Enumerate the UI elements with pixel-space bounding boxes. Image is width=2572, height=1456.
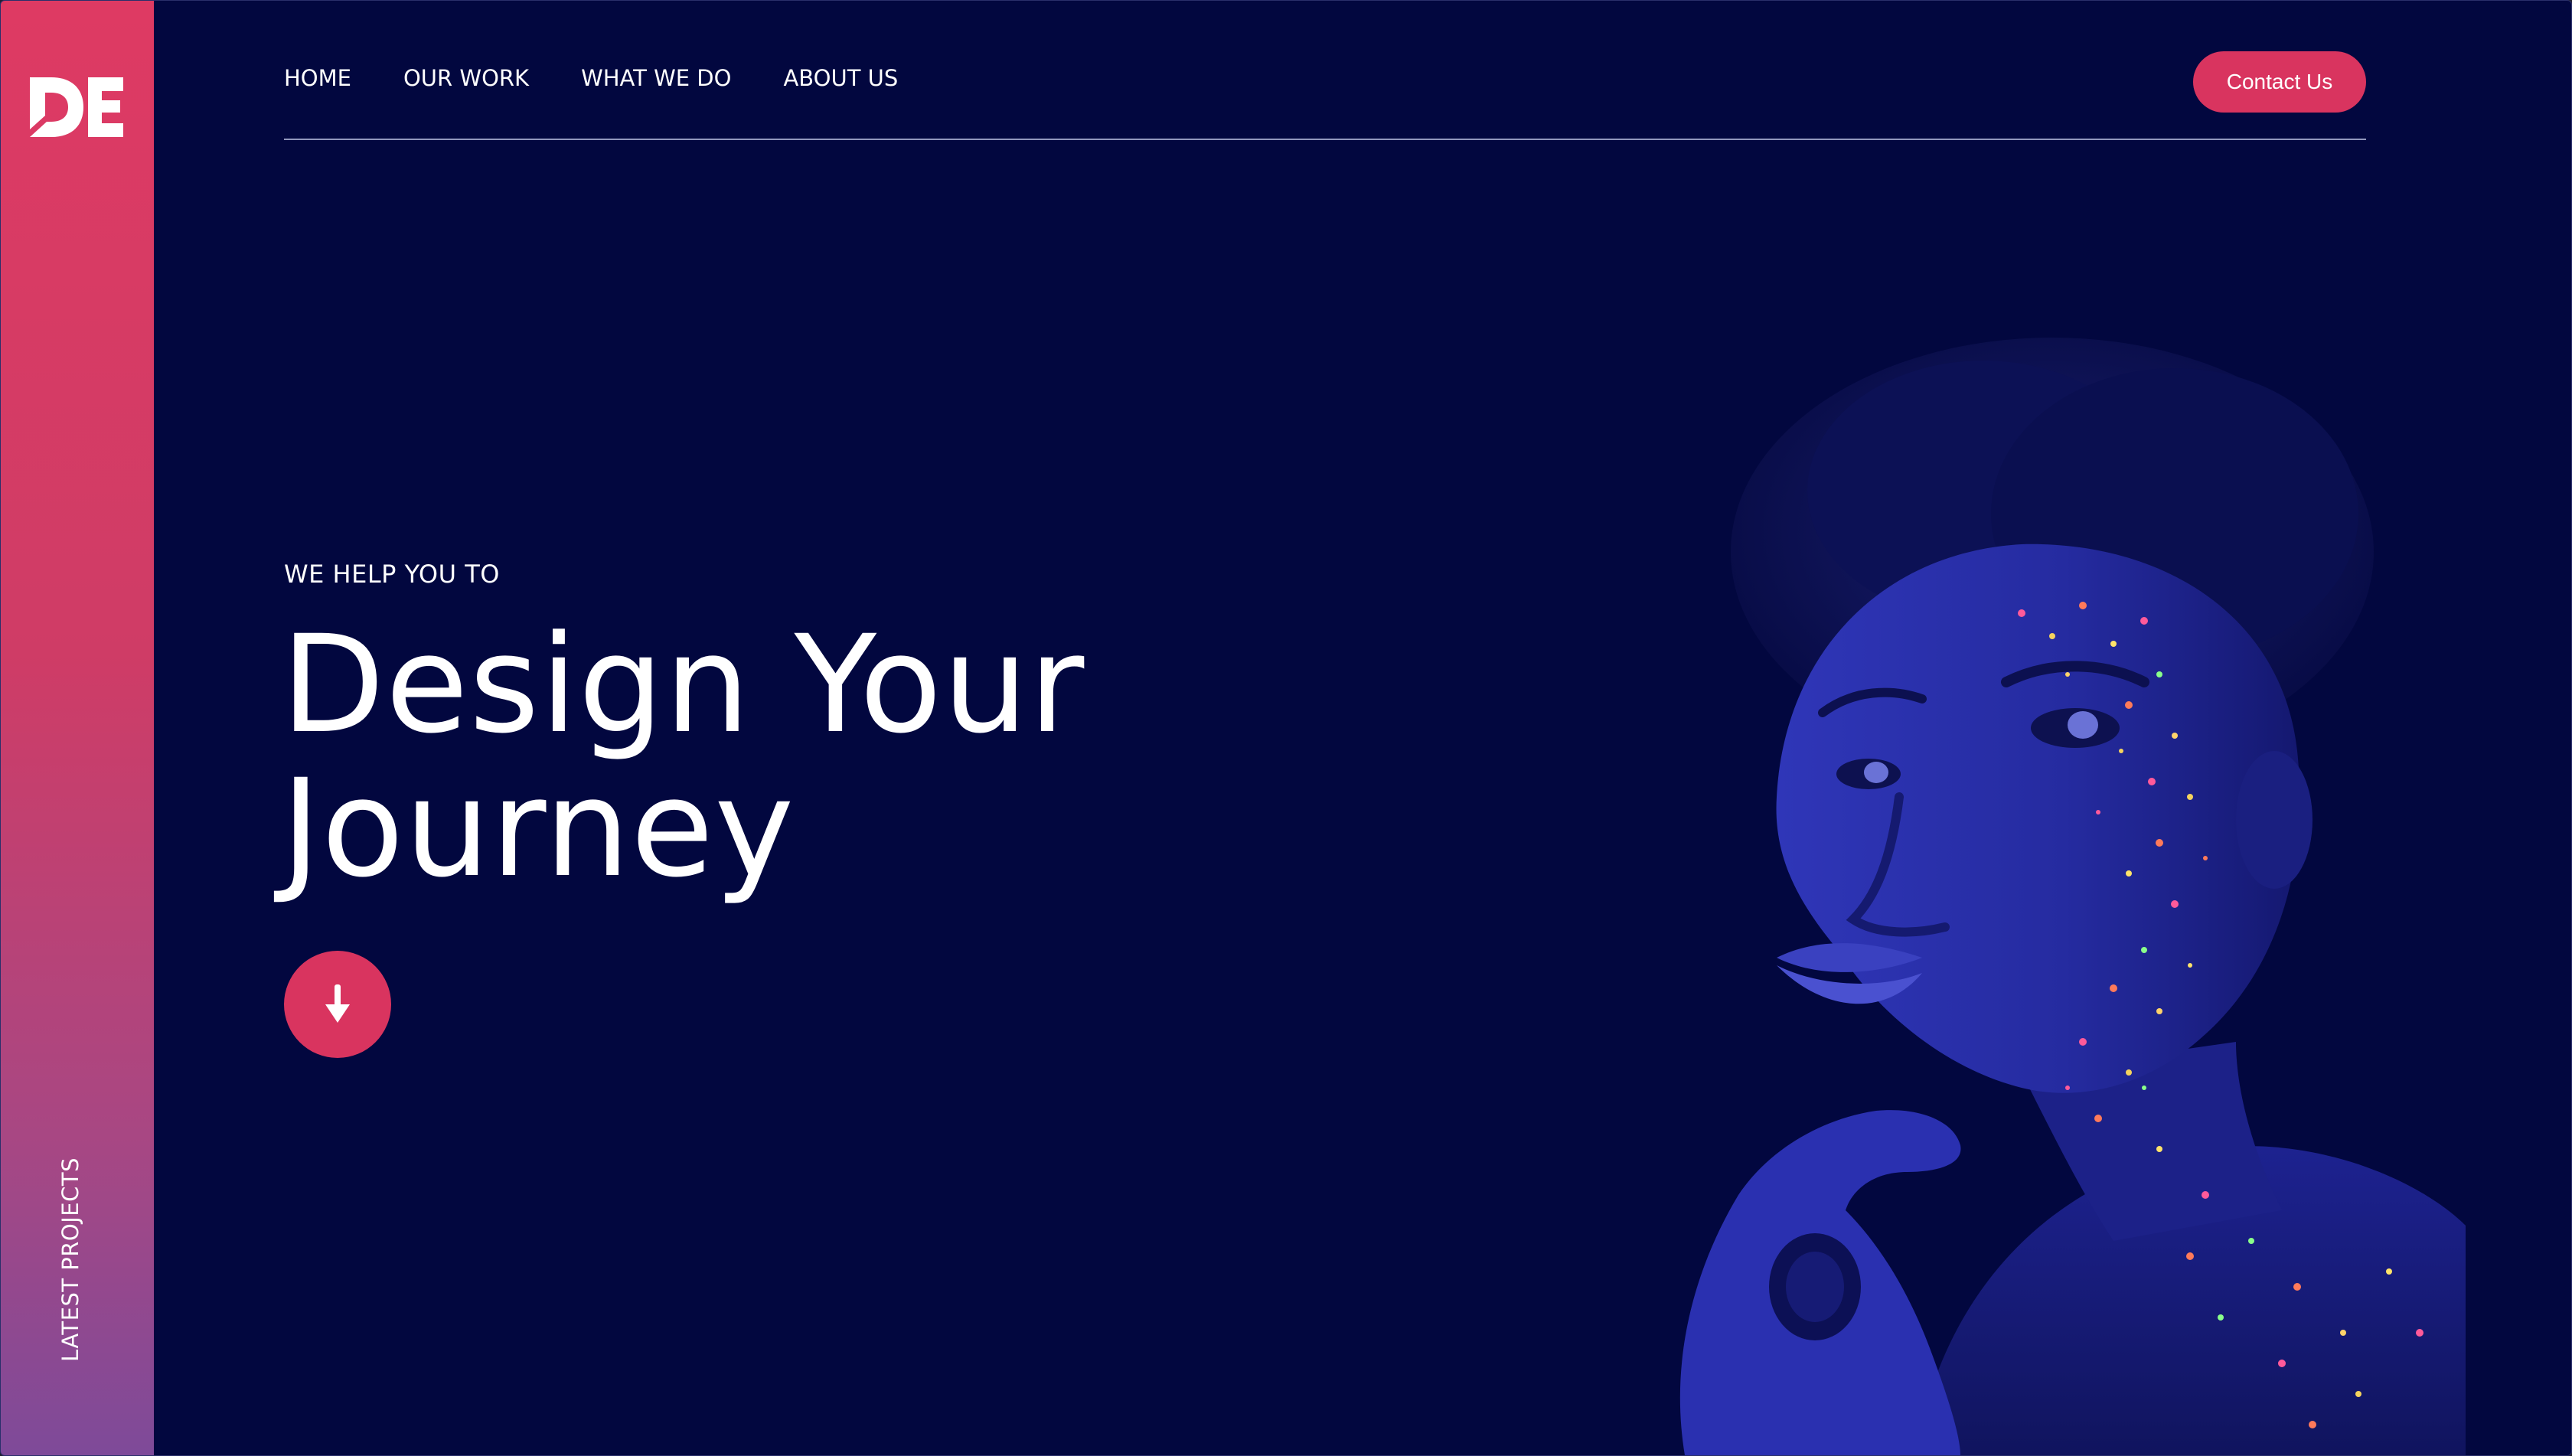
hero-eyebrow: WE HELP YOU TO <box>284 560 500 589</box>
arrow-down-icon <box>325 984 350 1023</box>
nav-item-home[interactable]: HOME <box>284 65 351 91</box>
landing-page: DE LATEST PROJECTS HOME OUR WORK WHAT WE… <box>0 0 2572 1456</box>
logo-icon[interactable]: DE <box>28 76 125 139</box>
header-divider <box>284 139 2366 140</box>
contact-us-button[interactable]: Contact Us <box>2193 51 2366 113</box>
hero-headline: Design Your Journey <box>281 613 1085 901</box>
latest-projects-link[interactable]: LATEST PROJECTS <box>57 1157 83 1362</box>
scroll-down-button[interactable] <box>284 951 391 1058</box>
hero-headline-line-2: Journey <box>281 750 795 907</box>
hero-headline-line-1: Design Your <box>281 606 1085 763</box>
nav-item-what-we-do[interactable]: WHAT WE DO <box>581 65 731 91</box>
nav-item-our-work[interactable]: OUR WORK <box>403 65 529 91</box>
sidebar: DE LATEST PROJECTS <box>1 1 154 1455</box>
nav-item-about-us[interactable]: ABOUT US <box>783 65 898 91</box>
hero-portrait-image <box>1679 338 2466 1455</box>
main-nav: HOME OUR WORK WHAT WE DO ABOUT US <box>284 65 950 91</box>
